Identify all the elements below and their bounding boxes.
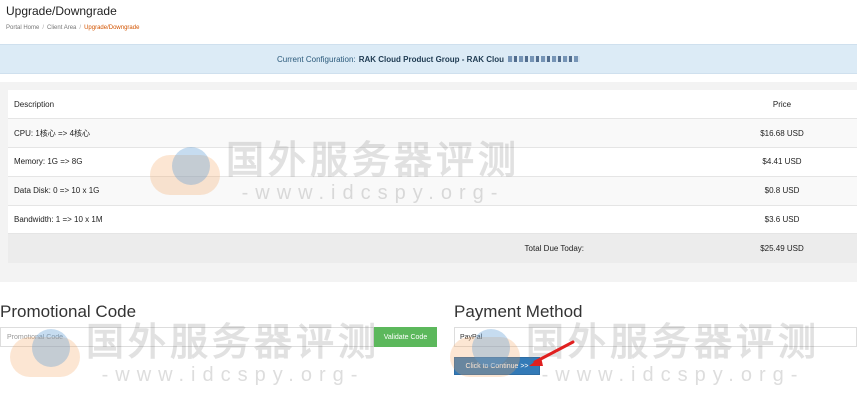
- watermark-url: -www.idcspy.org-: [101, 364, 365, 386]
- order-summary-panel: Description Price CPU: 1核心 => 4核心 $16.68…: [0, 82, 857, 282]
- promotional-code-heading: Promotional Code: [0, 302, 137, 321]
- row-price: $0.8 USD: [707, 175, 857, 206]
- validate-code-button[interactable]: Validate Code: [374, 327, 437, 347]
- table-row: CPU: 1核心 => 4核心 $16.68 USD: [8, 118, 857, 148]
- row-description: CPU: 1核心 => 4核心: [8, 118, 707, 148]
- table-row: Memory: 1G => 8G $4.41 USD: [8, 147, 857, 177]
- redacted-text: [508, 56, 581, 62]
- table-header-row: Description Price: [8, 90, 857, 119]
- table-row: Data Disk: 0 => 10 x 1G $0.8 USD: [8, 175, 857, 206]
- row-price: $16.68 USD: [707, 118, 857, 148]
- payment-method-heading: Payment Method: [454, 302, 583, 321]
- row-description: Data Disk: 0 => 10 x 1G: [8, 175, 707, 206]
- breadcrumb-separator: /: [42, 25, 45, 31]
- breadcrumb-client-area[interactable]: Client Area: [47, 25, 76, 31]
- column-header-price: Price: [707, 90, 857, 119]
- breadcrumb-current: Upgrade/Downgrade: [84, 25, 140, 31]
- breadcrumb-separator: /: [79, 25, 82, 31]
- config-label: Current Configuration:: [276, 54, 356, 64]
- order-summary-table: Description Price CPU: 1核心 => 4核心 $16.68…: [8, 90, 857, 263]
- breadcrumb: Portal Home / Client Area / Upgrade/Down…: [6, 25, 139, 31]
- payment-method-select[interactable]: PayPal: [454, 327, 857, 347]
- table-row: Bandwidth: 1 => 10 x 1M $3.6 USD: [8, 204, 857, 234]
- row-description: Memory: 1G => 8G: [8, 147, 707, 177]
- total-row: Total Due Today: $25.49 USD: [8, 233, 857, 263]
- breadcrumb-portal-home[interactable]: Portal Home: [6, 25, 39, 31]
- row-price: $3.6 USD: [707, 204, 857, 234]
- current-configuration-bar: Current Configuration: RAK Cloud Product…: [0, 44, 857, 74]
- upgrade-page: Upgrade/Downgrade Portal Home / Client A…: [0, 0, 857, 403]
- total-label: Total Due Today:: [8, 233, 707, 263]
- total-price: $25.49 USD: [707, 233, 857, 263]
- config-value: RAK Cloud Product Group - RAK Clou: [358, 54, 505, 64]
- watermark-url: -www.idcspy.org-: [541, 364, 805, 386]
- row-price: $4.41 USD: [707, 147, 857, 177]
- page-title: Upgrade/Downgrade: [6, 4, 117, 18]
- promotional-code-input[interactable]: [0, 327, 374, 347]
- row-description: Bandwidth: 1 => 10 x 1M: [8, 204, 707, 234]
- continue-button[interactable]: Click to Continue >>: [454, 357, 540, 375]
- column-header-description: Description: [8, 90, 707, 119]
